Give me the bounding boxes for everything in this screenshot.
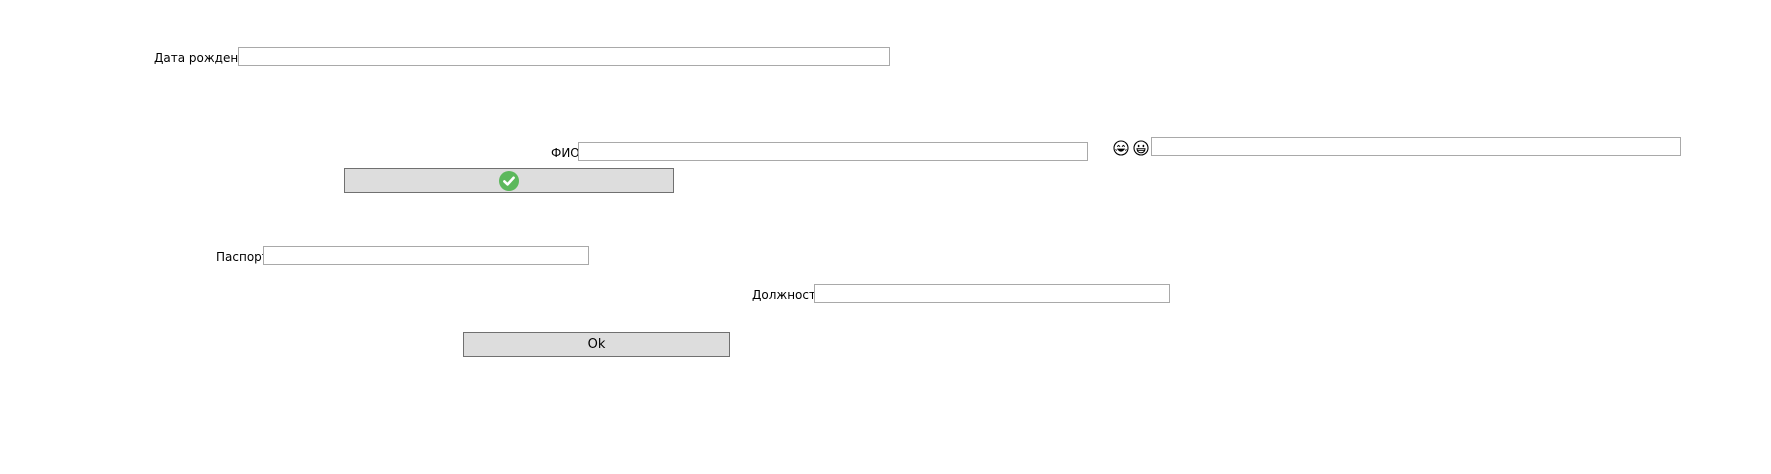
birth-date-field[interactable] <box>238 47 890 66</box>
passport-field[interactable] <box>263 246 589 265</box>
form-window: Дата рождения ФИО Паспорт Должность Ok <box>0 0 1771 474</box>
full-name-label: ФИО <box>551 146 580 160</box>
confirm-button[interactable] <box>344 168 674 193</box>
laughing-face-icon[interactable] <box>1113 140 1129 156</box>
ok-button[interactable]: Ok <box>463 332 730 357</box>
passport-label: Паспорт <box>216 250 269 264</box>
emoji-field[interactable] <box>1151 137 1681 156</box>
position-field[interactable] <box>814 284 1170 303</box>
full-name-field[interactable] <box>578 142 1088 161</box>
check-circle-icon <box>499 170 519 191</box>
position-label: Должность <box>752 288 824 302</box>
grinning-face-icon[interactable] <box>1133 140 1149 156</box>
